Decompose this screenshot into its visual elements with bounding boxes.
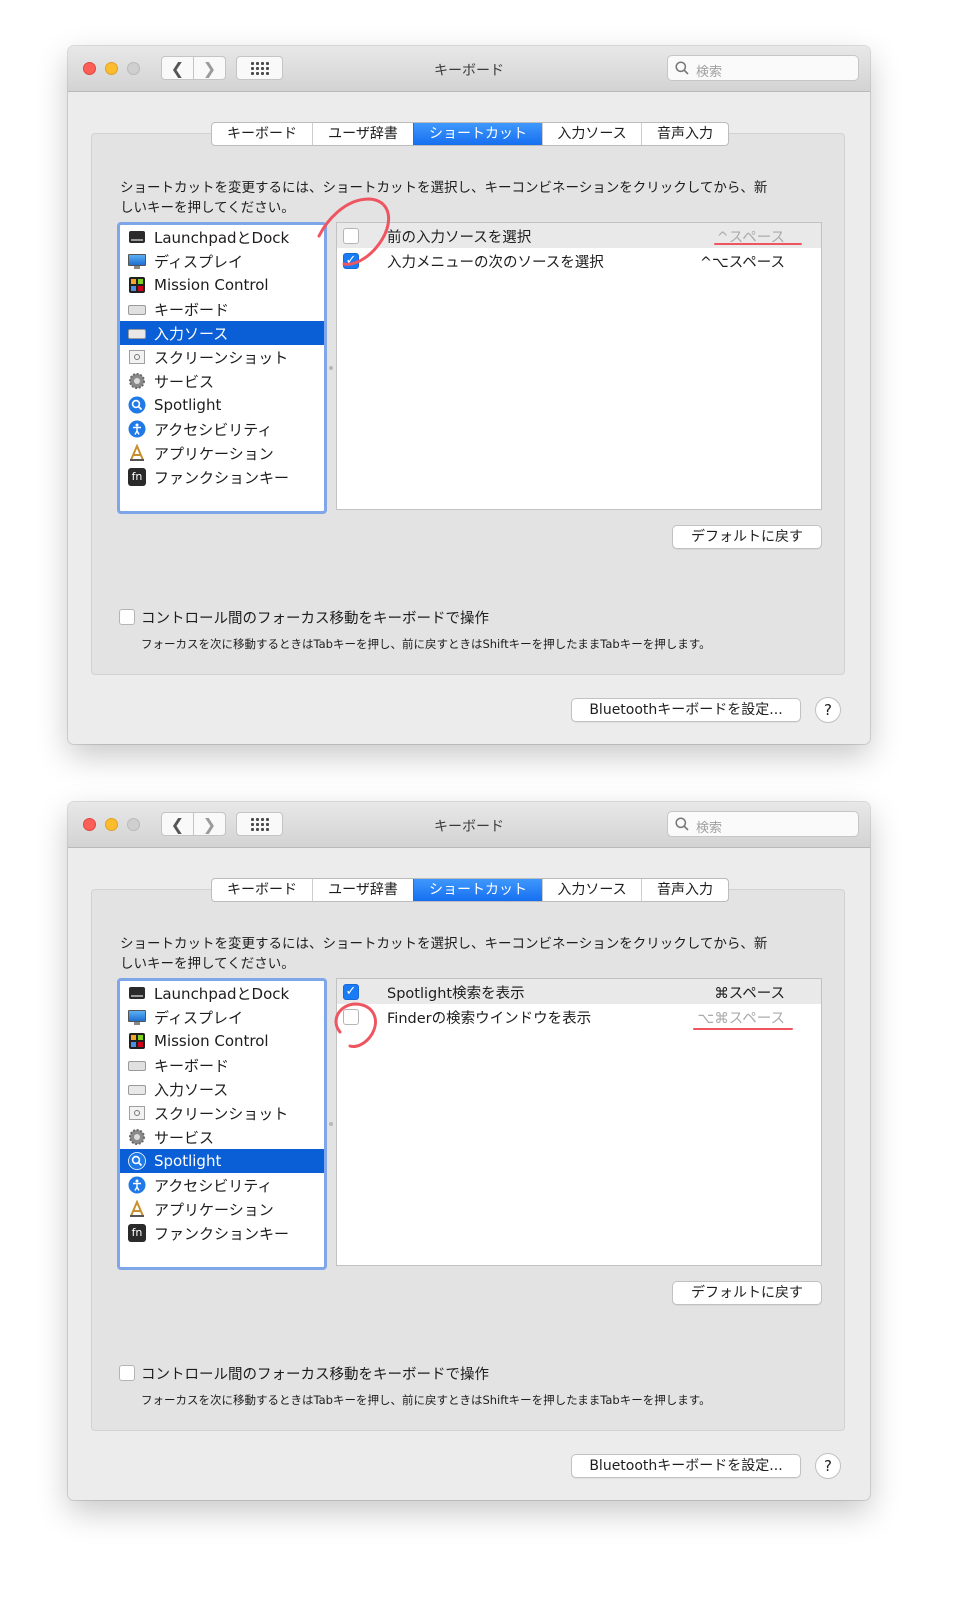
search-icon bbox=[675, 817, 689, 831]
category-list: LaunchpadとDock ディスプレイ Mission Control キー… bbox=[117, 978, 327, 1270]
shortcut-key[interactable]: ⌥⌘スペース bbox=[698, 1007, 785, 1028]
title-bar: ❮ ❯ キーボード 検索 bbox=[68, 802, 870, 848]
shortcut-list: 前の入力ソースを選択 ^スペース ✓ 入力メニューの次のソースを選択 ^⌥スペー… bbox=[336, 222, 822, 510]
mission-control-icon bbox=[128, 1032, 146, 1050]
input-source-icon bbox=[128, 1080, 146, 1098]
category-keyboard[interactable]: キーボード bbox=[120, 297, 324, 321]
tab-user-dictionary[interactable]: ユーザ辞書 bbox=[312, 123, 413, 145]
spotlight-icon bbox=[128, 1152, 146, 1170]
tab-keyboard[interactable]: キーボード bbox=[212, 123, 312, 145]
category-keyboard[interactable]: キーボード bbox=[120, 1053, 324, 1077]
search-field[interactable]: 検索 bbox=[667, 55, 859, 81]
help-button[interactable]: ? bbox=[815, 697, 841, 723]
tab-user-dictionary[interactable]: ユーザ辞書 bbox=[312, 879, 413, 901]
category-input-sources[interactable]: 入力ソース bbox=[120, 1077, 324, 1101]
category-spotlight[interactable]: Spotlight bbox=[120, 393, 324, 417]
annotation-circle-mark bbox=[334, 1002, 377, 1048]
category-screenshots[interactable]: スクリーンショット bbox=[120, 345, 324, 369]
category-services[interactable]: サービス bbox=[120, 1125, 324, 1149]
keyboard-navigation-label: コントロール間のフォーカス移動をキーボードで操作 bbox=[141, 1367, 489, 1383]
tab-shortcuts[interactable]: ショートカット bbox=[413, 123, 542, 145]
category-launchpad-dock[interactable]: LaunchpadとDock bbox=[120, 225, 324, 249]
category-applications[interactable]: アプリケーション bbox=[120, 1197, 324, 1221]
keyboard-navigation-checkbox[interactable] bbox=[119, 1365, 135, 1381]
services-gear-icon bbox=[128, 372, 146, 390]
launchpad-dock-icon bbox=[128, 984, 146, 1002]
keyboard-navigation-help: フォーカスを次に移動するときはTabキーを押し、前に戻すときはShiftキーを押… bbox=[141, 1393, 711, 1407]
category-services[interactable]: サービス bbox=[120, 369, 324, 393]
mission-control-icon bbox=[128, 276, 146, 294]
shortcut-key[interactable]: ^⌥スペース bbox=[700, 251, 785, 272]
applications-icon bbox=[128, 443, 146, 462]
category-screenshots[interactable]: スクリーンショット bbox=[120, 1101, 324, 1125]
shortcut-row[interactable]: ✓ Spotlight検索を表示 ⌘スペース bbox=[337, 979, 821, 1004]
tab-shortcuts[interactable]: ショートカット bbox=[413, 879, 542, 901]
launchpad-dock-icon bbox=[128, 228, 146, 246]
keyboard-prefs-window-1: ❮ ❯ キーボード 検索 キーボード ユーザ辞書 ショートカット 入力ソース 音… bbox=[68, 46, 870, 744]
category-list: LaunchpadとDock ディスプレイ Mission Control キー… bbox=[117, 222, 327, 514]
setup-bluetooth-keyboard-button[interactable]: Bluetoothキーボードを設定... bbox=[571, 1454, 801, 1478]
category-function-keys[interactable]: fn ファンクションキー bbox=[120, 465, 324, 489]
tab-bar: キーボード ユーザ辞書 ショートカット 入力ソース 音声入力 bbox=[211, 122, 729, 146]
tab-input-sources[interactable]: 入力ソース bbox=[542, 123, 641, 145]
category-input-sources[interactable]: 入力ソース bbox=[120, 321, 324, 345]
category-function-keys[interactable]: fn ファンクションキー bbox=[120, 1221, 324, 1245]
annotation-underline bbox=[693, 1028, 793, 1030]
category-spotlight[interactable]: Spotlight bbox=[120, 1149, 324, 1173]
shortcut-row[interactable]: Finderの検索ウインドウを表示 ⌥⌘スペース bbox=[337, 1004, 821, 1029]
display-icon bbox=[128, 1008, 146, 1026]
category-applications[interactable]: アプリケーション bbox=[120, 441, 324, 465]
category-mission-control[interactable]: Mission Control bbox=[120, 273, 324, 297]
keyboard-navigation-label: コントロール間のフォーカス移動をキーボードで操作 bbox=[141, 611, 489, 627]
category-accessibility[interactable]: アクセシビリティ bbox=[120, 1173, 324, 1197]
tab-bar: キーボード ユーザ辞書 ショートカット 入力ソース 音声入力 bbox=[211, 878, 729, 902]
search-field[interactable]: 検索 bbox=[667, 811, 859, 837]
keyboard-navigation-checkbox[interactable] bbox=[119, 609, 135, 625]
fn-key-icon: fn bbox=[128, 1224, 146, 1242]
input-source-icon bbox=[128, 324, 146, 342]
splitter-handle[interactable] bbox=[329, 366, 333, 370]
screenshot-icon bbox=[128, 1104, 146, 1122]
accessibility-icon bbox=[128, 420, 146, 438]
search-placeholder: 検索 bbox=[696, 821, 723, 836]
applications-icon bbox=[128, 1199, 146, 1218]
restore-defaults-button[interactable]: デフォルトに戻す bbox=[672, 525, 822, 549]
category-display[interactable]: ディスプレイ bbox=[120, 1005, 324, 1029]
title-bar: ❮ ❯ キーボード 検索 bbox=[68, 46, 870, 92]
tab-dictation[interactable]: 音声入力 bbox=[641, 879, 728, 901]
instruction-text: ショートカットを変更するには、ショートカットを選択し、キーコンビネーションをクリ… bbox=[120, 180, 768, 216]
keyboard-navigation-help: フォーカスを次に移動するときはTabキーを押し、前に戻すときはShiftキーを押… bbox=[141, 637, 711, 651]
screenshot-icon bbox=[128, 348, 146, 366]
category-mission-control[interactable]: Mission Control bbox=[120, 1029, 324, 1053]
setup-bluetooth-keyboard-button[interactable]: Bluetoothキーボードを設定... bbox=[571, 698, 801, 722]
tab-dictation[interactable]: 音声入力 bbox=[641, 123, 728, 145]
keyboard-prefs-window-2: ❮ ❯ キーボード 検索 キーボード ユーザ辞書 ショートカット 入力ソース 音… bbox=[68, 802, 870, 1500]
spotlight-icon bbox=[128, 396, 146, 414]
tab-keyboard[interactable]: キーボード bbox=[212, 879, 312, 901]
annotation-underline bbox=[714, 243, 802, 245]
accessibility-icon bbox=[128, 1176, 146, 1194]
keyboard-icon bbox=[128, 300, 146, 318]
shortcut-list: ✓ Spotlight検索を表示 ⌘スペース Finderの検索ウインドウを表示… bbox=[336, 978, 822, 1266]
annotation-circle-mark bbox=[317, 197, 391, 266]
display-icon bbox=[128, 252, 146, 270]
instruction-text: ショートカットを変更するには、ショートカットを選択し、キーコンビネーションをクリ… bbox=[120, 936, 768, 972]
splitter-handle[interactable] bbox=[329, 1122, 333, 1126]
tab-input-sources[interactable]: 入力ソース bbox=[542, 879, 641, 901]
category-display[interactable]: ディスプレイ bbox=[120, 249, 324, 273]
fn-key-icon: fn bbox=[128, 468, 146, 486]
shortcut-row[interactable]: ✓ 入力メニューの次のソースを選択 ^⌥スペース bbox=[337, 248, 821, 273]
shortcut-key[interactable]: ⌘スペース bbox=[714, 982, 785, 1003]
restore-defaults-button[interactable]: デフォルトに戻す bbox=[672, 1281, 822, 1305]
help-button[interactable]: ? bbox=[815, 1453, 841, 1479]
keyboard-icon bbox=[128, 1056, 146, 1074]
checkmark-icon: ✓ bbox=[345, 984, 357, 999]
category-launchpad-dock[interactable]: LaunchpadとDock bbox=[120, 981, 324, 1005]
category-accessibility[interactable]: アクセシビリティ bbox=[120, 417, 324, 441]
search-placeholder: 検索 bbox=[696, 65, 723, 80]
services-gear-icon bbox=[128, 1128, 146, 1146]
search-icon bbox=[675, 61, 689, 75]
